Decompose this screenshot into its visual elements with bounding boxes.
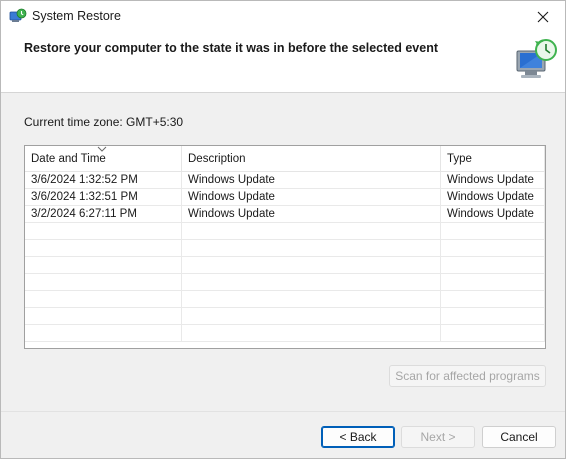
restore-points-list[interactable]: Date and Time Description Type 3/6/2024 … xyxy=(24,145,546,349)
table-cell xyxy=(441,223,545,239)
column-header-label: Type xyxy=(447,152,472,165)
footer-divider xyxy=(1,411,565,412)
scan-affected-programs-button[interactable]: Scan for affected programs xyxy=(389,365,546,387)
wizard-header: Restore your computer to the state it wa… xyxy=(1,33,565,93)
table-cell xyxy=(25,325,182,341)
title-bar[interactable]: System Restore xyxy=(1,1,565,33)
empty-row xyxy=(25,308,545,325)
sort-descending-icon xyxy=(97,146,107,152)
table-cell xyxy=(25,291,182,307)
table-cell: Windows Update xyxy=(182,189,441,205)
table-cell xyxy=(182,240,441,256)
table-cell xyxy=(441,274,545,290)
table-cell xyxy=(182,325,441,341)
table-cell xyxy=(182,291,441,307)
table-cell xyxy=(441,308,545,324)
column-header-date[interactable]: Date and Time xyxy=(25,146,182,171)
next-button[interactable]: Next > xyxy=(401,426,475,448)
table-cell: Windows Update xyxy=(441,206,545,222)
table-cell: Windows Update xyxy=(182,206,441,222)
window-title: System Restore xyxy=(32,9,121,23)
column-header-label: Date and Time xyxy=(31,152,106,165)
table-row[interactable]: 3/6/2024 1:32:52 PM Windows Update Windows… xyxy=(25,172,545,189)
table-cell: 3/6/2024 1:32:51 PM xyxy=(25,189,182,205)
list-header: Date and Time Description Type xyxy=(25,146,545,172)
empty-row xyxy=(25,240,545,257)
cancel-button[interactable]: Cancel xyxy=(482,426,556,448)
table-cell: Windows Update xyxy=(441,172,545,188)
table-cell xyxy=(182,274,441,290)
table-cell: Windows Update xyxy=(441,189,545,205)
table-cell xyxy=(182,223,441,239)
table-row[interactable]: 3/2/2024 6:27:11 PM Windows Update Windows… xyxy=(25,206,545,223)
table-cell: 3/6/2024 1:32:52 PM xyxy=(25,172,182,188)
empty-row xyxy=(25,223,545,240)
empty-row xyxy=(25,291,545,308)
close-icon xyxy=(537,11,549,23)
table-cell xyxy=(441,291,545,307)
empty-row xyxy=(25,325,545,342)
column-header-type[interactable]: Type xyxy=(441,146,545,171)
system-restore-icon xyxy=(9,8,27,26)
back-button-label: < Back xyxy=(339,430,377,444)
timezone-label: Current time zone: GMT+5:30 xyxy=(24,115,184,129)
table-row[interactable]: 3/6/2024 1:32:51 PM Windows Update Windows… xyxy=(25,189,545,206)
back-button[interactable]: < Back xyxy=(321,426,395,448)
table-cell xyxy=(441,325,545,341)
table-cell xyxy=(25,274,182,290)
empty-row xyxy=(25,274,545,291)
table-cell xyxy=(25,257,182,273)
cancel-button-label: Cancel xyxy=(500,430,538,444)
column-header-label: Description xyxy=(188,152,246,165)
table-cell: Windows Update xyxy=(182,172,441,188)
table-cell xyxy=(182,308,441,324)
system-restore-window: System Restore Restore your computer to … xyxy=(0,0,566,459)
table-cell xyxy=(25,240,182,256)
empty-row xyxy=(25,257,545,274)
table-cell xyxy=(182,257,441,273)
close-button[interactable] xyxy=(521,1,565,33)
next-button-label: Next > xyxy=(420,430,456,444)
list-body: 3/6/2024 1:32:52 PM Windows Update Windows… xyxy=(25,172,545,342)
column-header-description[interactable]: Description xyxy=(182,146,441,171)
table-cell xyxy=(441,240,545,256)
table-cell: 3/2/2024 6:27:11 PM xyxy=(25,206,182,222)
table-cell xyxy=(25,308,182,324)
header-title: Restore your computer to the state it wa… xyxy=(24,41,438,55)
scan-button-label: Scan for affected programs xyxy=(395,369,540,383)
restore-computer-icon xyxy=(511,37,561,83)
table-cell xyxy=(441,257,545,273)
table-cell xyxy=(25,223,182,239)
